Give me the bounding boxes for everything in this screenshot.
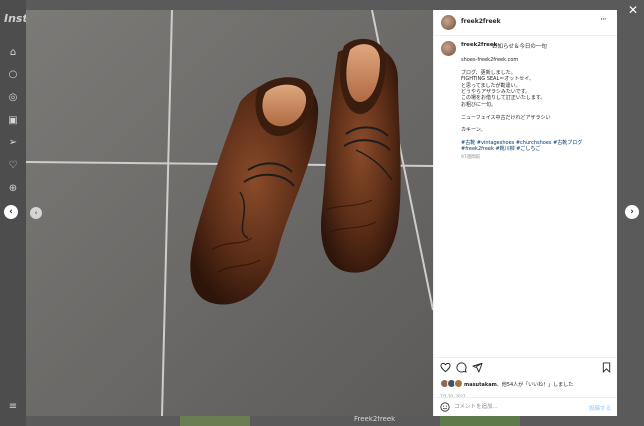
caption-area: freek2freek お知らせ＆今日の一句 shoes-freek2freek… <box>434 37 617 357</box>
liker-username[interactable]: masutakam <box>464 382 497 388</box>
explore-icon: ◎ <box>8 92 18 103</box>
comment-bar: 投稿する <box>434 397 617 416</box>
post-photo[interactable]: ‹ <box>26 10 433 416</box>
menu-icon: ≡ <box>8 401 18 412</box>
comment-input[interactable] <box>454 401 584 413</box>
comment-icon[interactable] <box>456 362 467 373</box>
caption-text: shoes-freek2freek.com ブログ、更新しました。 FIGHTI… <box>461 57 611 161</box>
avatar <box>454 379 463 388</box>
previous-post-button[interactable]: ‹ <box>4 205 18 219</box>
likes-summary[interactable]: masutakam、他54人が「いいね！」しました <box>464 381 573 388</box>
likes-count-text: 、他54人が「いいね！」しました <box>496 382 574 388</box>
background-label: Freek2freek <box>354 415 396 423</box>
more-options-icon[interactable]: ··· <box>600 15 607 25</box>
post-comment-button[interactable]: 投稿する <box>589 404 611 412</box>
search-icon: ○ <box>8 69 18 80</box>
messages-icon: ➢ <box>8 137 18 148</box>
shoes-photo-graphic <box>26 10 433 416</box>
instagram-logo: Inst <box>4 12 28 25</box>
caption-timestamp: 97週間前 <box>461 154 481 160</box>
post-modal: ‹ freek2freek ··· freek2freek お知らせ＆今日の一句… <box>26 10 617 416</box>
create-icon: ⊕ <box>8 183 18 194</box>
emoji-icon[interactable] <box>440 402 450 412</box>
like-heart-icon[interactable] <box>440 362 451 373</box>
hashtag-line[interactable]: #freek2freek #靴川柳 #ごしちご <box>461 146 611 152</box>
caption-avatar[interactable] <box>441 41 456 56</box>
bookmark-icon[interactable] <box>601 362 612 373</box>
reels-icon: ▣ <box>8 115 18 126</box>
avatar[interactable] <box>441 15 456 30</box>
next-post-button[interactable]: › <box>625 205 639 219</box>
caption-title: お知らせ＆今日の一句 <box>492 44 547 50</box>
share-icon[interactable] <box>472 362 483 373</box>
post-detail-panel: freek2freek ··· freek2freek お知らせ＆今日の一句 s… <box>433 10 617 416</box>
header-username[interactable]: freek2freek <box>461 18 501 25</box>
photo-previous-button[interactable]: ‹ <box>30 207 42 219</box>
home-icon: ⌂ <box>9 47 17 58</box>
post-header: freek2freek ··· <box>434 10 617 36</box>
close-icon[interactable]: ✕ <box>626 3 640 17</box>
heart-icon: ♡ <box>8 160 18 171</box>
